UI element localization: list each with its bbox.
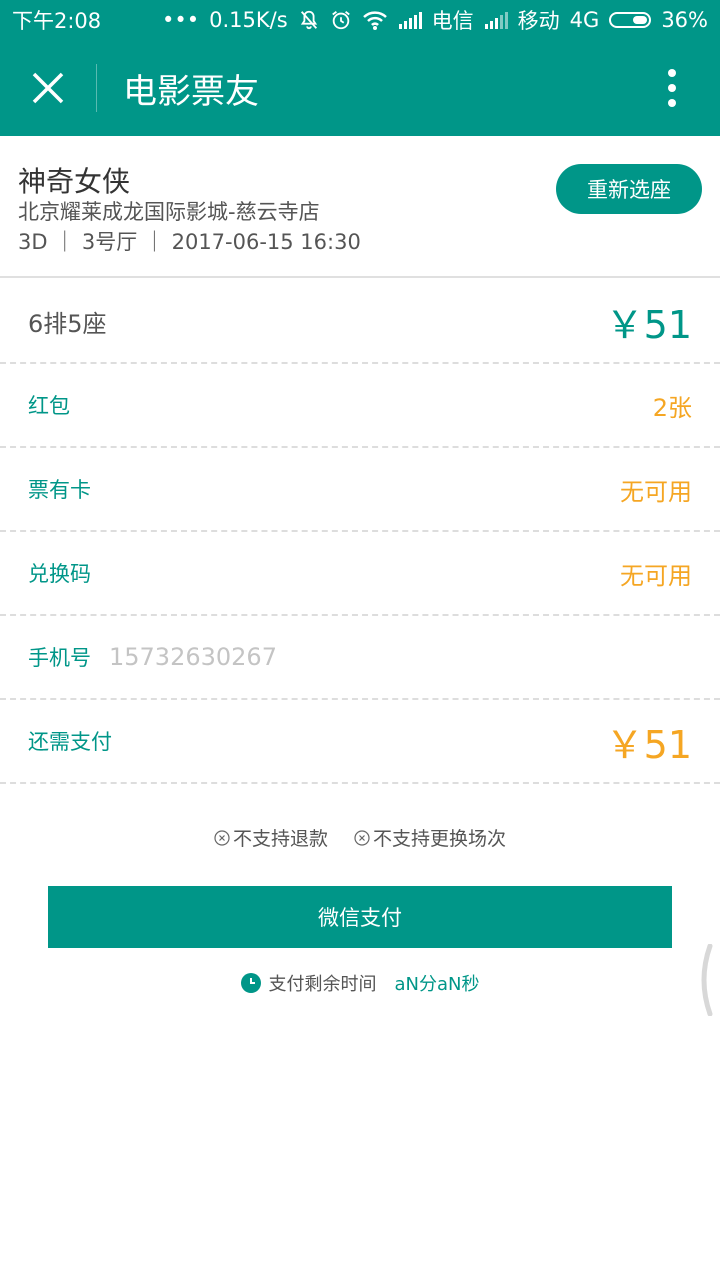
close-button[interactable] bbox=[0, 40, 96, 136]
status-right: ••• 0.15K/s 电信 移动 4G 36% bbox=[162, 5, 708, 35]
x-circle-icon bbox=[354, 829, 370, 846]
carrier-telecom: 电信 bbox=[431, 9, 474, 33]
amount-due-value: ￥51 bbox=[605, 722, 692, 767]
mute-bell-icon bbox=[298, 9, 320, 31]
app-bar: 电影票友 bbox=[0, 40, 720, 136]
x-circle-icon bbox=[214, 829, 230, 846]
amount-due-row: 还需支付 ￥51 bbox=[0, 700, 720, 784]
battery-level: 36% bbox=[661, 8, 708, 32]
seat-label: 6排5座 bbox=[28, 309, 107, 338]
redeem-code-label: 兑换码 bbox=[28, 562, 91, 586]
clock-icon bbox=[240, 973, 261, 993]
wechat-pay-button[interactable]: 微信支付 bbox=[48, 886, 672, 948]
more-menu-button[interactable] bbox=[624, 40, 720, 136]
red-packet-row[interactable]: 红包 2张 bbox=[0, 364, 720, 448]
ticket-card-label: 票有卡 bbox=[28, 478, 91, 502]
seat-row: 6排5座 ￥51 bbox=[0, 280, 720, 364]
payment-timer: 支付剩余时间 aN分aN秒 bbox=[0, 970, 720, 996]
red-packet-label: 红包 bbox=[28, 394, 70, 418]
no-refund-notice: 不支持退款 bbox=[214, 824, 328, 851]
timer-countdown: aN分aN秒 bbox=[394, 974, 480, 995]
seat-price: ￥51 bbox=[605, 302, 692, 347]
battery-icon bbox=[609, 12, 652, 28]
ticket-card-value: 无可用 bbox=[620, 477, 692, 506]
status-bar: 下午2:08 ••• 0.15K/s 电信 移动 4G 36% bbox=[0, 0, 720, 40]
network-speed: 0.15K/s bbox=[209, 8, 288, 32]
reselect-seat-button[interactable]: 重新选座 bbox=[556, 164, 702, 214]
showtime-info: 3D ｜ 3号厅 ｜ 2017-06-15 16:30 bbox=[18, 230, 361, 254]
status-time: 下午2:08 bbox=[12, 9, 102, 33]
movie-title: 神奇女侠 bbox=[18, 165, 131, 198]
page-title: 电影票友 bbox=[123, 71, 259, 112]
no-change-text: 不支持更换场次 bbox=[373, 828, 507, 850]
signal-icon bbox=[484, 11, 508, 29]
timer-label: 支付剩余时间 bbox=[268, 974, 377, 995]
redeem-code-row[interactable]: 兑换码 无可用 bbox=[0, 532, 720, 616]
signal-icon bbox=[398, 11, 422, 29]
network-type: 4G bbox=[569, 8, 600, 32]
policy-notices: 不支持退款 不支持更换场次 bbox=[0, 824, 720, 851]
phone-row: 手机号 15732630267 bbox=[0, 616, 720, 700]
close-icon bbox=[32, 72, 64, 104]
redeem-code-value: 无可用 bbox=[620, 561, 692, 590]
amount-due-label: 还需支付 bbox=[28, 730, 112, 754]
edge-swipe-handle[interactable] bbox=[696, 944, 714, 1016]
movie-info: 神奇女侠 北京耀莱成龙国际影城-慈云寺店 3D ｜ 3号厅 ｜ 2017-06-… bbox=[0, 136, 720, 278]
notification-dots: ••• bbox=[161, 8, 200, 32]
order-list: 6排5座 ￥51 红包 2张 票有卡 无可用 兑换码 无可用 手机号 15732… bbox=[0, 280, 720, 784]
alarm-icon bbox=[330, 9, 352, 31]
more-vertical-icon bbox=[668, 69, 676, 107]
red-packet-value: 2张 bbox=[652, 393, 692, 422]
wifi-icon bbox=[362, 9, 388, 31]
cinema-name: 北京耀莱成龙国际影城-慈云寺店 bbox=[18, 200, 320, 224]
phone-field[interactable]: 15732630267 bbox=[109, 643, 277, 671]
no-refund-text: 不支持退款 bbox=[232, 828, 328, 850]
appbar-divider bbox=[96, 64, 97, 112]
carrier-mobile: 移动 bbox=[517, 9, 560, 33]
no-change-notice: 不支持更换场次 bbox=[354, 824, 506, 851]
ticket-card-row[interactable]: 票有卡 无可用 bbox=[0, 448, 720, 532]
phone-label: 手机号 bbox=[28, 646, 91, 670]
